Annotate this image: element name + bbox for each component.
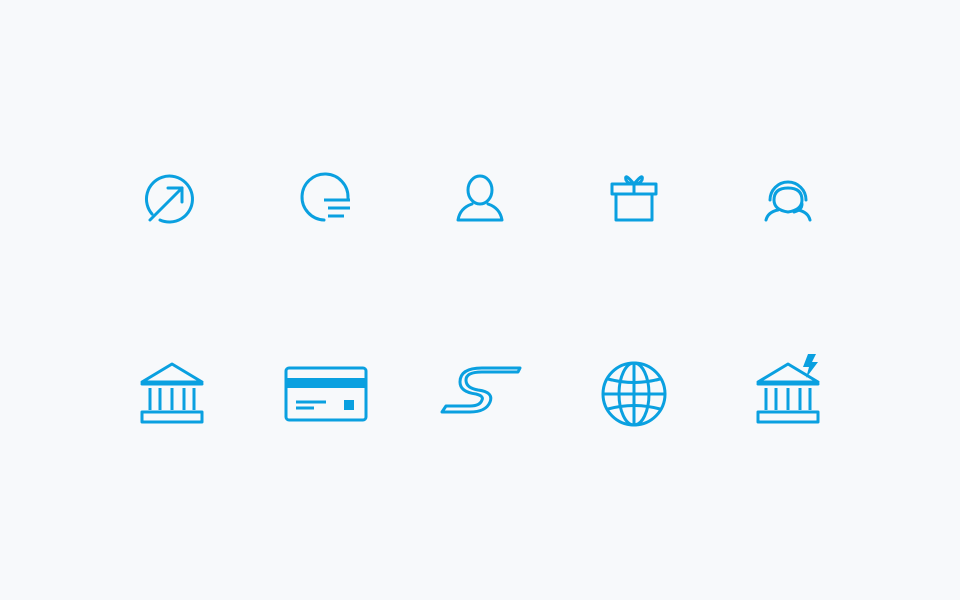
menu-circle-icon	[294, 170, 358, 230]
external-link-circle-icon	[140, 170, 204, 230]
swift-transfer-icon	[438, 364, 524, 422]
globe-icon	[600, 360, 668, 428]
icon-grid	[0, 0, 960, 600]
gift-icon	[602, 170, 666, 230]
support-headset-icon	[756, 170, 820, 230]
credit-card-icon	[284, 366, 370, 424]
bank-icon	[136, 358, 208, 430]
bank-alert-icon	[752, 352, 828, 430]
user-icon	[448, 170, 512, 230]
